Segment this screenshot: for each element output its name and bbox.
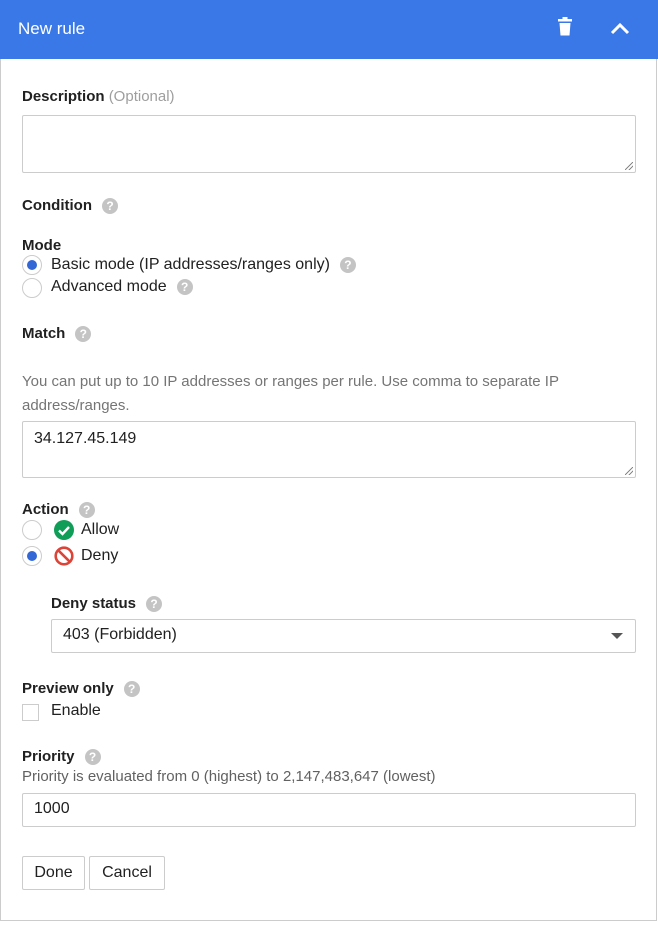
- condition-label: Condition?: [22, 197, 118, 215]
- priority-label: Priority?: [22, 748, 101, 766]
- match-help-text-1: You can put up to 10 IP addresses or ran…: [22, 373, 559, 390]
- help-icon[interactable]: ?: [123, 681, 140, 698]
- trash-icon[interactable]: [557, 17, 573, 36]
- resize-handle[interactable]: [625, 162, 633, 170]
- priority-hint: Priority is evaluated from 0 (highest) t…: [22, 768, 436, 785]
- check-circle-icon: [54, 520, 74, 540]
- match-label: Match?: [22, 325, 92, 343]
- help-icon[interactable]: ?: [146, 596, 163, 613]
- description-input[interactable]: [22, 115, 636, 173]
- panel-header: New rule: [0, 0, 658, 59]
- description-label: Description (Optional): [22, 88, 175, 105]
- help-icon[interactable]: ?: [176, 278, 193, 295]
- help-icon[interactable]: ?: [75, 326, 92, 343]
- advanced-mode-radio[interactable]: [22, 278, 42, 298]
- match-help-text-2: address/ranges.: [22, 397, 130, 414]
- deny-status-label: Deny status?: [51, 595, 163, 613]
- match-input[interactable]: 34.127.45.149: [22, 421, 636, 478]
- deny-status-select[interactable]: 403 (Forbidden): [51, 619, 636, 653]
- enable-checkbox[interactable]: [22, 704, 39, 721]
- help-icon[interactable]: ?: [78, 502, 95, 519]
- allow-radio[interactable]: [22, 520, 42, 540]
- cancel-button[interactable]: Cancel: [89, 856, 165, 890]
- advanced-mode-label: Advanced mode?: [51, 278, 193, 296]
- panel-title: New rule: [18, 19, 86, 38]
- done-button[interactable]: Done: [22, 856, 85, 890]
- priority-input[interactable]: 1000: [22, 793, 636, 827]
- preview-only-label: Preview only?: [22, 680, 140, 698]
- chevron-up-icon[interactable]: [610, 21, 630, 35]
- allow-label: Allow: [81, 521, 120, 538]
- deny-radio[interactable]: [22, 546, 42, 566]
- basic-mode-label: Basic mode (IP addresses/ranges only)?: [51, 256, 356, 274]
- dropdown-arrow-icon: [611, 633, 623, 639]
- help-icon[interactable]: ?: [101, 198, 118, 215]
- basic-mode-radio[interactable]: [22, 255, 42, 275]
- help-icon[interactable]: ?: [339, 256, 356, 273]
- deny-label: Deny: [81, 547, 119, 564]
- help-icon[interactable]: ?: [84, 749, 101, 766]
- mode-label: Mode: [22, 237, 62, 254]
- block-icon: [54, 546, 74, 566]
- resize-handle[interactable]: [625, 467, 633, 475]
- action-label: Action?: [22, 501, 95, 519]
- enable-label: Enable: [51, 702, 101, 719]
